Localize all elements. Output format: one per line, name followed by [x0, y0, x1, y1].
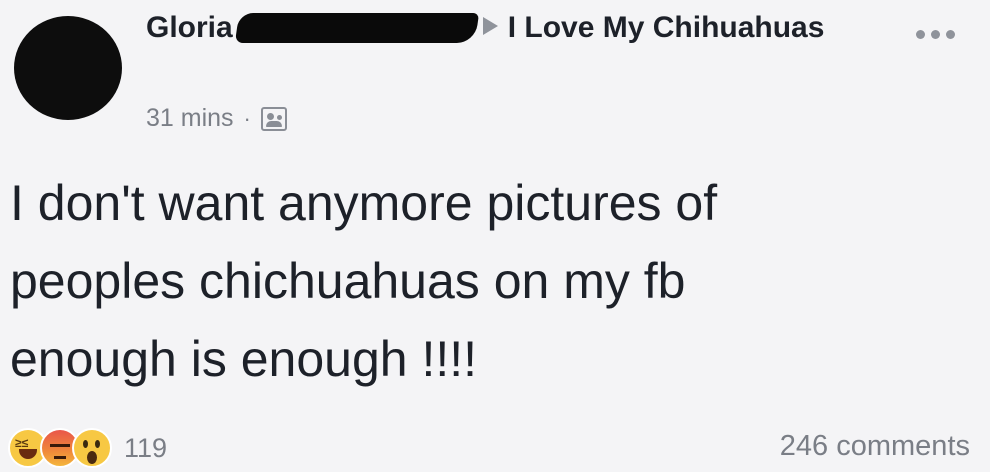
post-text-line: peoples chichuahuas on my fb: [10, 253, 686, 309]
author-avatar[interactable]: [14, 16, 122, 120]
redaction-mark: [234, 13, 479, 43]
comments-count-link[interactable]: 246 comments: [780, 430, 970, 463]
author-name-link[interactable]: Gloria: [146, 11, 233, 44]
ellipsis-icon[interactable]: [916, 30, 955, 39]
reactions-summary[interactable]: 119: [8, 428, 167, 468]
post-header-title: Gloria I Love My Chihuahuas: [146, 6, 866, 50]
meta-separator: ·: [243, 105, 251, 131]
group-icon: [260, 106, 287, 131]
post-meta: 31 mins ·: [146, 104, 287, 133]
wow-reaction-icon: [72, 428, 112, 468]
post-text-line: I don't want anymore pictures of: [10, 175, 718, 231]
post-timestamp[interactable]: 31 mins: [146, 104, 234, 133]
arrow-right-icon: [482, 17, 498, 35]
post-text-line: enough is enough !!!!: [10, 331, 478, 387]
group-name-link[interactable]: I Love My Chihuahuas: [508, 11, 825, 44]
post-body: I don't want anymore pictures of peoples…: [10, 164, 970, 398]
reaction-count[interactable]: 119: [124, 433, 167, 464]
